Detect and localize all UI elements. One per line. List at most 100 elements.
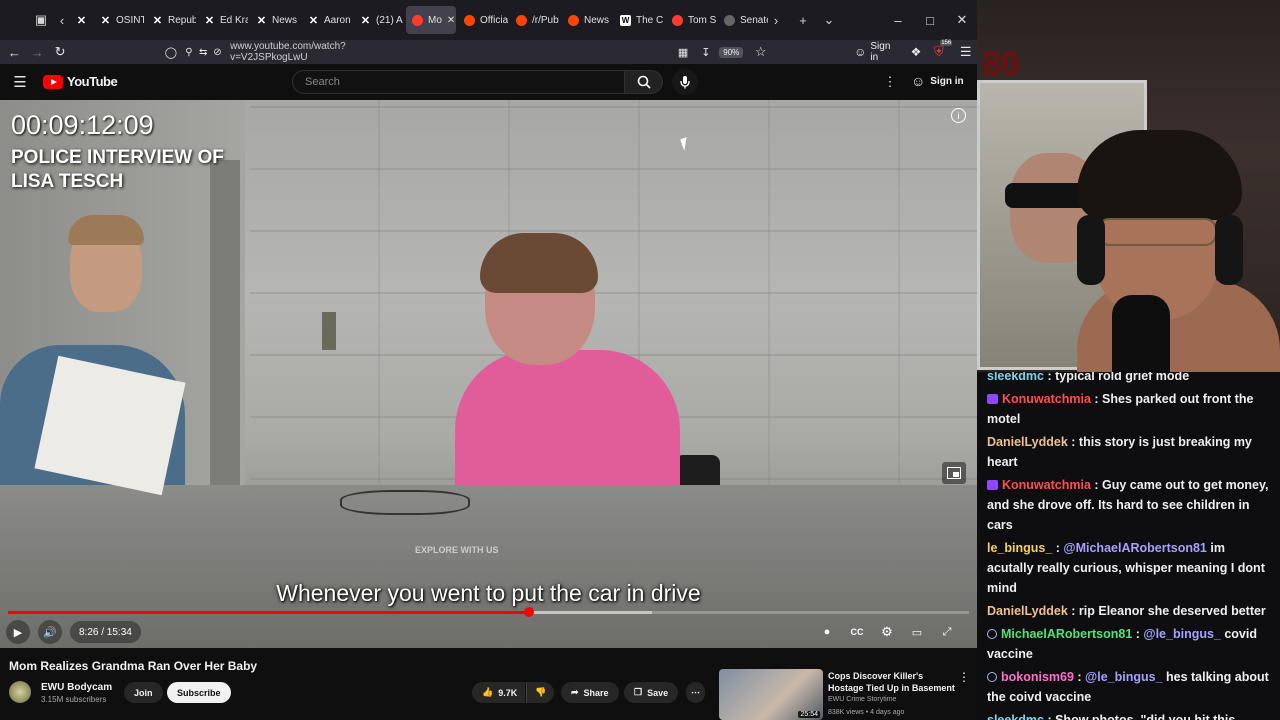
play-button[interactable]: ▶: [6, 620, 30, 644]
chat-mention[interactable]: @le_bingus_: [1143, 627, 1220, 641]
video-overlay-title: POLICE INTERVIEW OF LISA TESCH: [11, 147, 224, 192]
chat-username[interactable]: sleekdmc: [987, 372, 1044, 383]
chat-mention[interactable]: @le_bingus_: [1085, 670, 1162, 684]
lock-icon[interactable]: ⚲: [182, 40, 195, 64]
browser-tab[interactable]: News: [562, 6, 612, 34]
like-button[interactable]: 👍 9.7K: [472, 682, 526, 703]
browser-tab[interactable]: ✕ OSINT: [94, 6, 144, 34]
chat-text: : rip Eleanor she deserved better: [1067, 604, 1266, 618]
chat-mention[interactable]: @MichaelARobertson81: [1063, 541, 1206, 555]
chat-message: DanielLyddek : this story is just breaki…: [987, 432, 1274, 472]
progress-scrubber[interactable]: [523, 607, 534, 617]
back-icon[interactable]: ←: [3, 40, 26, 64]
progress-bar[interactable]: [8, 607, 969, 617]
video-player[interactable]: 00:09:12:09 POLICE INTERVIEW OF LISA TES…: [0, 100, 977, 648]
minimize-icon[interactable]: –: [882, 0, 914, 40]
settings-more-icon[interactable]: ⋮: [878, 70, 902, 94]
ublock-icon[interactable]: ⛨ 156: [927, 40, 953, 64]
tab-list-icon[interactable]: ⌄: [816, 7, 842, 33]
join-button[interactable]: Join: [124, 682, 163, 703]
chat-username[interactable]: DanielLyddek: [987, 435, 1068, 449]
youtube-logo[interactable]: YouTube: [43, 74, 118, 89]
reddit-favicon-icon: [568, 14, 579, 26]
info-icon[interactable]: i: [951, 108, 966, 123]
browser-tab[interactable]: ✕ News: [250, 6, 300, 34]
volume-button[interactable]: 🔊: [38, 620, 62, 644]
browser-tab[interactable]: /r/Pub: [510, 6, 560, 34]
settings-gear-icon[interactable]: ⚙: [875, 620, 899, 644]
browser-tab[interactable]: Mo ✕: [406, 6, 456, 34]
miniplayer-icon[interactable]: [942, 462, 966, 484]
chat-text: :: [1132, 627, 1144, 641]
more-actions-button[interactable]: ⋯: [686, 682, 705, 703]
app-menu-icon[interactable]: ☰: [954, 40, 977, 64]
channel-avatar[interactable]: [9, 681, 31, 703]
chat-username[interactable]: sleekdmc: [987, 713, 1044, 720]
voice-search-button[interactable]: [672, 69, 698, 95]
share-button[interactable]: ➦ Share: [561, 682, 619, 703]
browser-tab[interactable]: Senate: [718, 6, 768, 34]
search-button[interactable]: [625, 70, 663, 94]
forward-icon[interactable]: →: [26, 40, 49, 64]
picture-in-picture-icon[interactable]: ▦: [672, 40, 695, 64]
browser-tab[interactable]: ✕ (21) A: [354, 6, 404, 34]
autoplay-toggle-icon[interactable]: ●: [815, 620, 839, 644]
notification-count: 156: [940, 40, 953, 46]
tab-label: Officia: [480, 14, 508, 26]
user-badge-icon: [987, 672, 997, 682]
chat-username[interactable]: Konuwatchmia: [1002, 478, 1091, 492]
chat-username[interactable]: Konuwatchmia: [1002, 392, 1091, 406]
browser-tab[interactable]: Officia: [458, 6, 508, 34]
download-page-icon[interactable]: ↧: [694, 40, 717, 64]
x-favicon-icon: ✕: [204, 14, 215, 27]
browser-tab[interactable]: Tom S: [666, 6, 716, 34]
chat-username[interactable]: MichaelARobertson81: [1001, 627, 1132, 641]
recommended-title[interactable]: Cops Discover Killer's Hostage Tied Up i…: [828, 670, 958, 694]
maximize-icon[interactable]: □: [914, 0, 946, 40]
subscribe-button[interactable]: Subscribe: [167, 682, 231, 703]
extensions-icon[interactable]: ❖: [905, 40, 928, 64]
url-field[interactable]: www.youtube.com/watch?v=V2JSPkogLwU: [230, 41, 414, 63]
chat-text: : typical rold grief mode: [1043, 372, 1190, 383]
bookmark-star-icon[interactable]: ☆: [749, 40, 772, 64]
tab-overview-icon[interactable]: ▣: [28, 7, 54, 33]
tab-scroll-left-icon[interactable]: ‹: [54, 7, 70, 33]
tab-scroll-right-icon[interactable]: ›: [768, 7, 784, 33]
channel-name[interactable]: EWU Bodycam: [41, 682, 112, 693]
youtube-favicon-icon: [672, 14, 683, 26]
browser-tab[interactable]: ✕ Aaron: [302, 6, 352, 34]
x-favicon-icon: ✕: [360, 14, 371, 27]
save-button[interactable]: ❐ Save: [624, 682, 679, 703]
streamer-glasses: [1097, 218, 1217, 246]
permissions-icon[interactable]: ⇆: [196, 40, 211, 64]
browser-tab[interactable]: W The C: [614, 6, 664, 34]
chat-username[interactable]: DanielLyddek: [987, 604, 1068, 618]
youtube-signin-button[interactable]: ☺ Sign in: [911, 73, 964, 89]
shield-icon[interactable]: ◯: [159, 40, 182, 64]
recommended-channel[interactable]: EWU Crime Storytime: [828, 696, 896, 703]
recommended-more-icon[interactable]: ⋮: [958, 670, 970, 684]
theater-mode-icon[interactable]: ▭: [905, 620, 929, 644]
chat-username[interactable]: le_bingus_: [987, 541, 1052, 555]
recommended-thumbnail[interactable]: 25:54: [719, 669, 823, 720]
firefox-account-button[interactable]: ☺ Sign in: [854, 41, 899, 63]
chat-username[interactable]: bokonism69: [1001, 670, 1074, 684]
tracking-icon[interactable]: ⊘: [211, 40, 224, 64]
browser-tab[interactable]: ✕ Ed Kra: [198, 6, 248, 34]
browser-tab[interactable]: ✕X: [70, 6, 92, 34]
close-tab-icon[interactable]: ✕: [447, 15, 455, 26]
reload-icon[interactable]: ↻: [49, 40, 72, 64]
dislike-button[interactable]: 👎: [526, 682, 555, 703]
subtitles-icon[interactable]: CC: [845, 620, 869, 644]
browser-tab[interactable]: ✕ Repub: [146, 6, 196, 34]
fullscreen-icon[interactable]: ⤢: [935, 620, 959, 644]
tab-label: Mo: [428, 14, 442, 26]
streamer-webcam: 80: [977, 0, 1280, 372]
hamburger-menu-icon[interactable]: ☰: [8, 70, 32, 94]
user-circle-icon: ☺: [911, 73, 926, 89]
new-tab-icon[interactable]: +: [790, 7, 816, 33]
search-input[interactable]: Search: [292, 70, 625, 94]
close-window-icon[interactable]: ✕: [946, 0, 978, 40]
zoom-level[interactable]: 90%: [719, 46, 744, 58]
more-horizontal-icon: ⋯: [691, 687, 700, 697]
